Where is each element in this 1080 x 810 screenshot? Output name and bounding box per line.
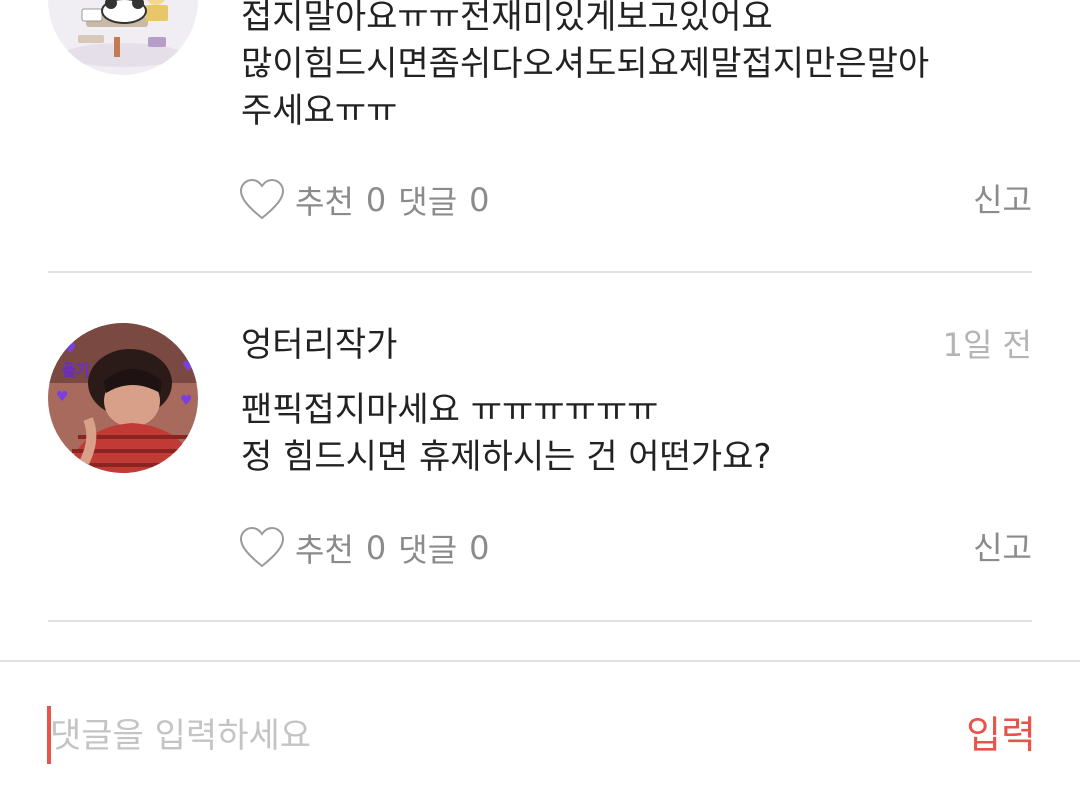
svg-text:♥: ♥	[56, 389, 69, 405]
avatar-sticker-text: 율기	[62, 361, 90, 379]
report-button[interactable]: 신고	[973, 176, 1032, 224]
avatar[interactable]	[48, 0, 198, 75]
reply-label: 댓글	[398, 531, 458, 569]
reply-count: 0	[469, 181, 490, 219]
comment-body: 팬픽접지마세요 ㅠㅠㅠㅠㅠㅠ 정 힘드시면 휴제하시는 건 어떤가요?	[241, 387, 771, 481]
reply-label: 댓글	[398, 183, 458, 221]
comment-body-line: 많이힘드시면좀쉬다오셔도되요제말접지만은말아	[241, 44, 930, 84]
like-button[interactable]: 추천 0	[239, 525, 398, 571]
heart-icon	[239, 178, 285, 220]
svg-text:♥: ♥	[64, 341, 77, 357]
avatar[interactable]: 율기 ♥ ♥ ♥ ♥	[48, 323, 198, 473]
reply-button[interactable]: 댓글 0	[398, 177, 501, 223]
reply-count: 0	[469, 529, 490, 567]
like-label: 추천	[295, 531, 354, 569]
reply-button[interactable]: 댓글 0	[398, 525, 501, 571]
like-count: 0	[365, 529, 387, 567]
comment-input[interactable]	[50, 708, 930, 764]
comment-input-bar: 입력	[0, 662, 1080, 810]
comment-divider	[48, 620, 1032, 622]
comment-time: 1일 전	[942, 326, 1032, 364]
heart-icon	[239, 526, 285, 568]
svg-text:♥: ♥	[180, 393, 193, 409]
comment-page: 접지말아요ㅠㅠ전재미있게보고있어요 많이힘드시면좀쉬다오셔도되요제말접지만은말아…	[0, 0, 1080, 810]
like-button[interactable]: 추천 0	[239, 177, 398, 223]
comment-actions: 추천 0 댓글 0	[239, 176, 502, 224]
comment-actions: 추천 0 댓글 0	[239, 524, 502, 572]
like-count: 0	[365, 181, 387, 219]
like-label: 추천	[295, 183, 354, 221]
svg-text:♥: ♥	[182, 359, 195, 375]
comment-body-line: 주세요ㅠㅠ	[241, 91, 398, 131]
submit-comment-button[interactable]: 입력	[966, 706, 1036, 764]
panda-avatar-image	[48, 0, 198, 75]
comment-body-line: 접지말아요ㅠㅠ전재미있게보고있어요	[241, 0, 773, 37]
comment-item: 율기 ♥ ♥ ♥ ♥ 엉터리작가 1일 전 팬픽접지마세요 ㅠㅠㅠㅠㅠㅠ 정 힘…	[48, 273, 1032, 619]
comment-body-line: 정 힘드시면 휴제하시는 건 어떤가요?	[241, 437, 772, 477]
comment-author[interactable]: 엉터리작가	[241, 325, 397, 365]
report-button[interactable]: 신고	[973, 524, 1032, 572]
comment-body: 접지말아요ㅠㅠ전재미있게보고있어요 많이힘드시면좀쉬다오셔도되요제말접지만은말아…	[241, 0, 929, 135]
comment-item: 접지말아요ㅠㅠ전재미있게보고있어요 많이힘드시면좀쉬다오셔도되요제말접지만은말아…	[48, 0, 1032, 272]
comment-body-line: 팬픽접지마세요 ㅠㅠㅠㅠㅠㅠ	[241, 390, 659, 430]
user-avatar-image: 율기 ♥ ♥ ♥ ♥	[48, 323, 198, 473]
